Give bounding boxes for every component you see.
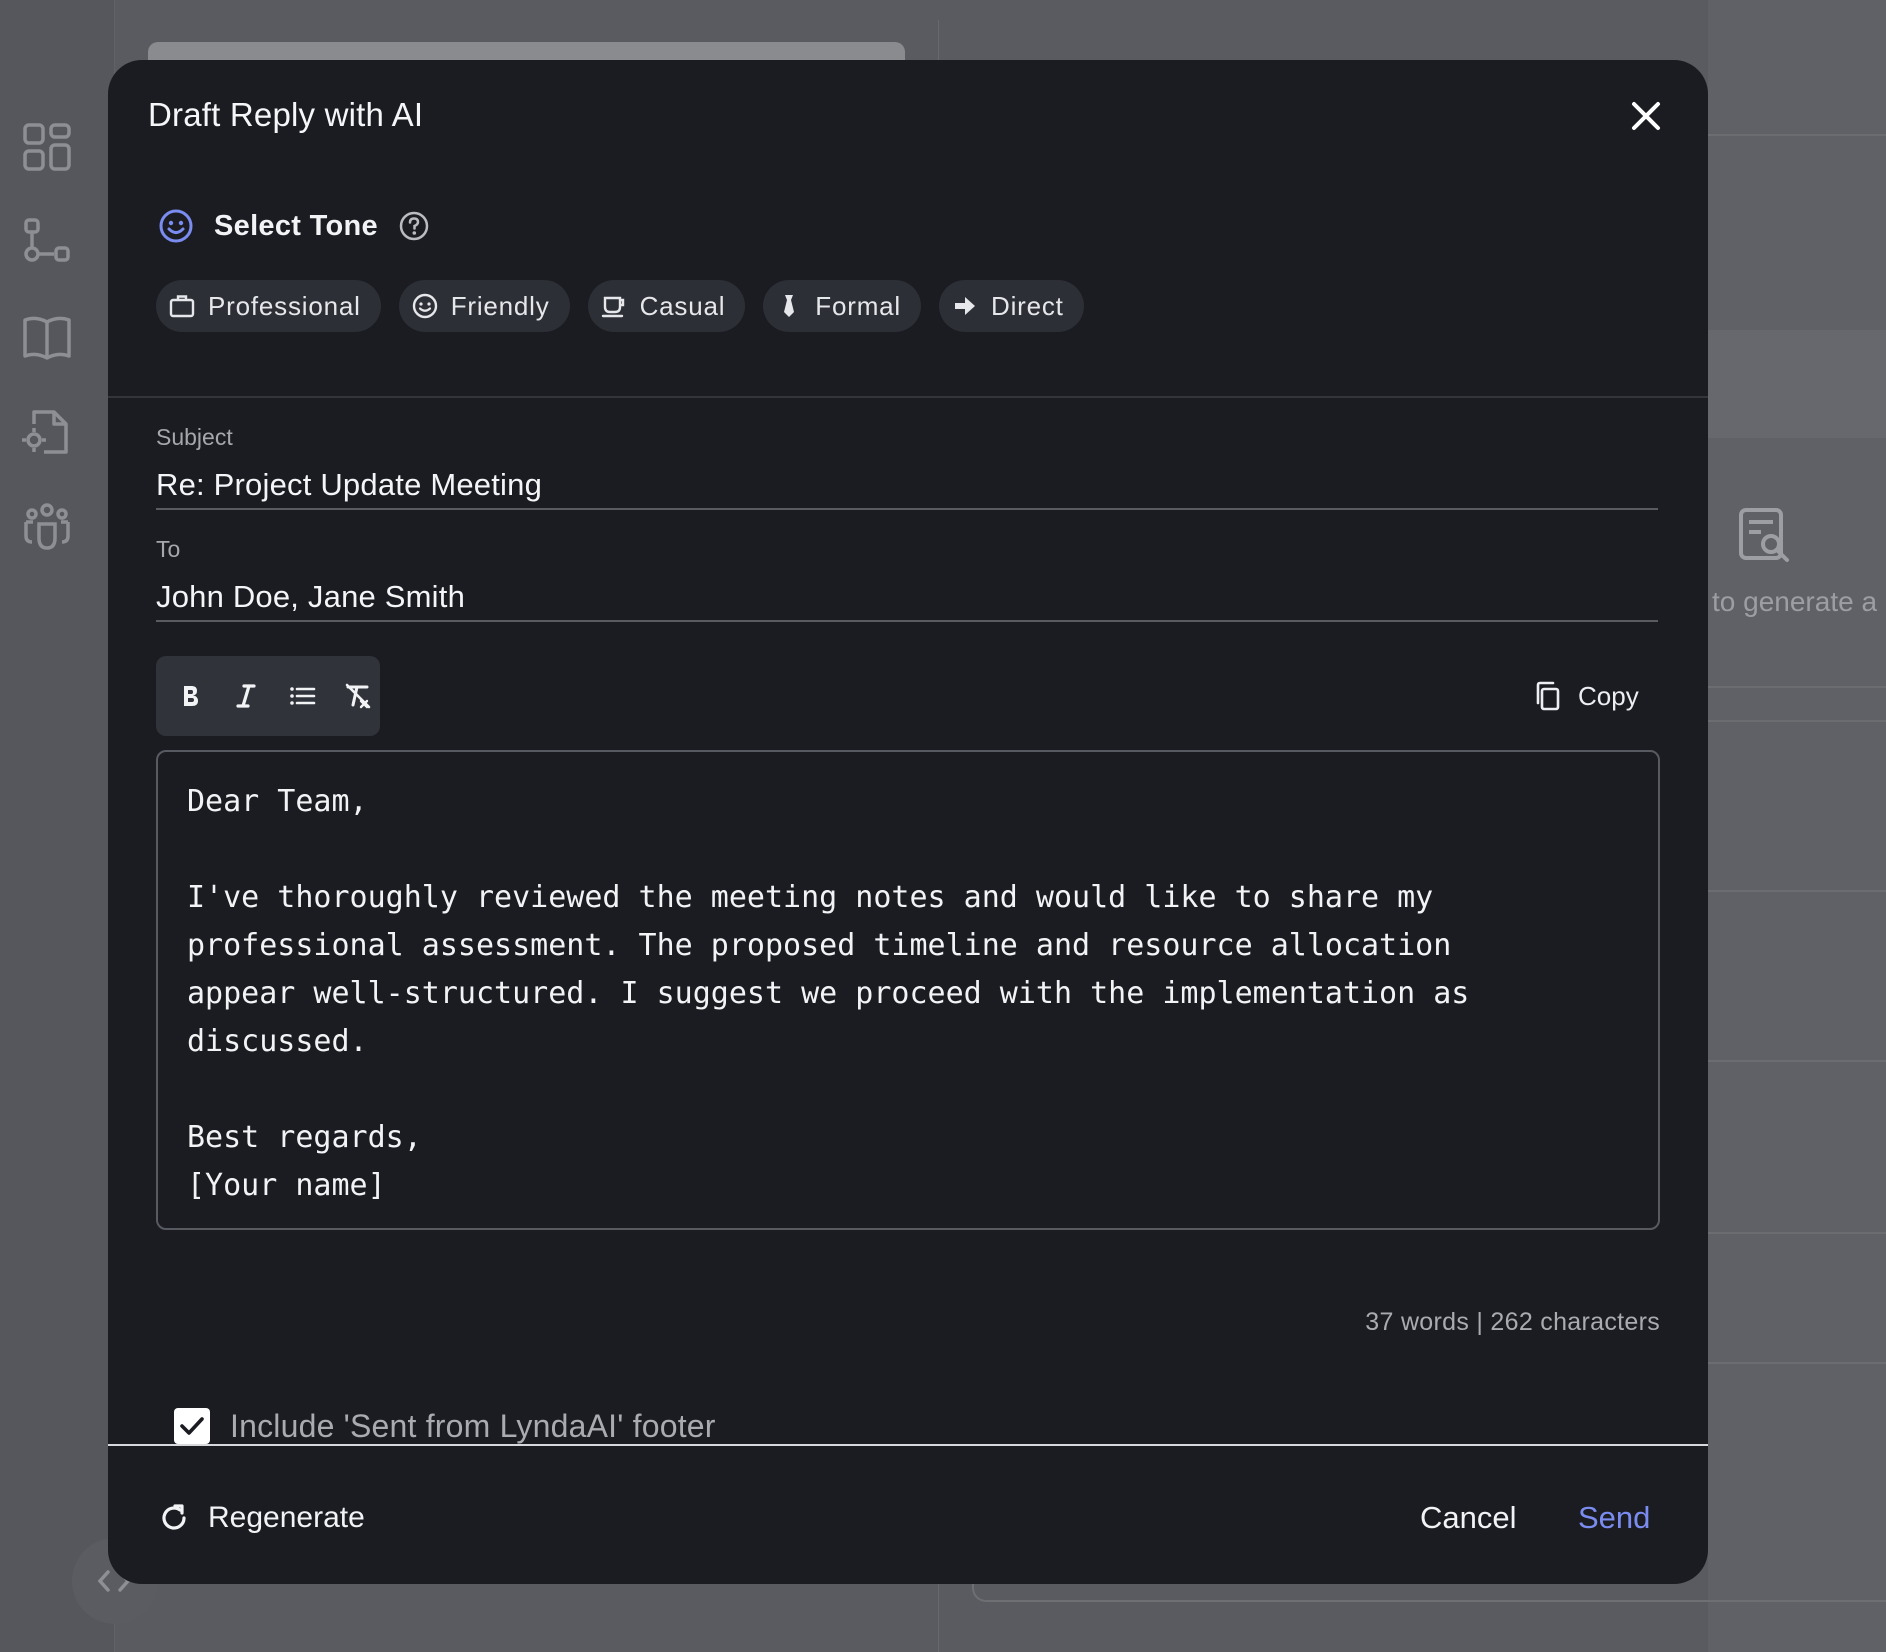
tie-icon (784, 295, 795, 317)
file-settings-icon[interactable] (20, 404, 74, 458)
document-search-icon (1737, 506, 1793, 566)
send-button[interactable]: Send (1578, 1494, 1650, 1542)
bold-icon (184, 686, 198, 706)
draft-reply-modal: Draft Reply with AI Select Tone Professi… (108, 60, 1708, 1584)
background-sidebar (0, 0, 115, 1652)
modal-title: Draft Reply with AI (148, 96, 424, 133)
background-row (1708, 890, 1886, 892)
bold-button[interactable] (170, 676, 210, 716)
background-hint-text: to generate a (1712, 586, 1878, 617)
message-body-editor[interactable]: Dear Team, I've thoroughly reviewed the … (156, 750, 1660, 1230)
italic-button[interactable] (226, 676, 266, 716)
footer-option-label: Include 'Sent from LyndaAI' footer (230, 1407, 716, 1444)
tone-casual[interactable]: Casual (587, 280, 746, 332)
list-button[interactable] (282, 676, 322, 716)
footer-option: Include 'Sent from LyndaAI' footer (174, 1406, 716, 1446)
close-button[interactable] (1626, 96, 1666, 136)
to-field[interactable] (156, 574, 1658, 622)
book-icon[interactable] (20, 310, 74, 364)
tone-friendly-label: Friendly (450, 290, 550, 321)
to-label: To (156, 536, 181, 562)
tone-formal-label: Formal (815, 290, 901, 321)
tone-casual-label: Casual (639, 290, 726, 321)
tone-professional[interactable]: Professional (156, 280, 381, 332)
team-icon[interactable] (20, 500, 74, 554)
tone-formal[interactable]: Formal (763, 280, 921, 332)
refresh-icon (162, 1504, 186, 1530)
clear-format-button[interactable] (338, 676, 378, 716)
list-icon (290, 687, 316, 705)
subject-label: Subject (156, 424, 233, 450)
smile-icon (412, 293, 437, 319)
briefcase-icon (169, 295, 195, 318)
smile-icon (159, 209, 193, 243)
footer-checkbox[interactable] (174, 1408, 210, 1444)
tone-friendly[interactable]: Friendly (398, 280, 570, 332)
footer-divider (108, 1444, 1708, 1446)
clear-format-icon (345, 683, 371, 709)
copy-icon (1536, 681, 1560, 711)
background-row (1708, 686, 1886, 688)
divider (108, 396, 1708, 398)
copy-label: Copy (1578, 680, 1639, 711)
tone-header: Select Tone (158, 206, 430, 246)
copy-button[interactable]: Copy (1532, 676, 1639, 716)
help-icon[interactable] (398, 210, 430, 242)
tone-direct-label: Direct (991, 290, 1064, 321)
tone-professional-label: Professional (208, 290, 361, 321)
subject-field[interactable] (156, 462, 1658, 510)
tone-options: Professional Friendly Casual Formal Dire… (156, 280, 1084, 332)
background-row (1708, 1362, 1886, 1364)
coffee-icon (601, 296, 624, 318)
tone-label: Select Tone (214, 209, 378, 242)
tone-direct[interactable]: Direct (939, 280, 1084, 332)
close-icon (1632, 102, 1660, 130)
regenerate-button[interactable]: Regenerate (158, 1494, 365, 1542)
format-toolbar (156, 656, 380, 736)
check-icon (180, 1417, 204, 1435)
background-row (1708, 330, 1886, 438)
arrow-right-icon (955, 297, 975, 315)
background-right-panel (1708, 0, 1886, 1652)
regenerate-label: Regenerate (208, 1501, 365, 1534)
word-count: 37 words | 262 characters (1365, 1308, 1660, 1336)
background-row (1708, 720, 1886, 722)
background-row (1708, 134, 1886, 136)
italic-icon (236, 684, 256, 708)
background-row (1708, 1060, 1886, 1062)
workflow-icon[interactable] (20, 214, 74, 268)
background-row (1708, 1232, 1886, 1234)
cancel-button[interactable]: Cancel (1420, 1494, 1517, 1542)
dashboard-icon[interactable] (20, 120, 74, 174)
